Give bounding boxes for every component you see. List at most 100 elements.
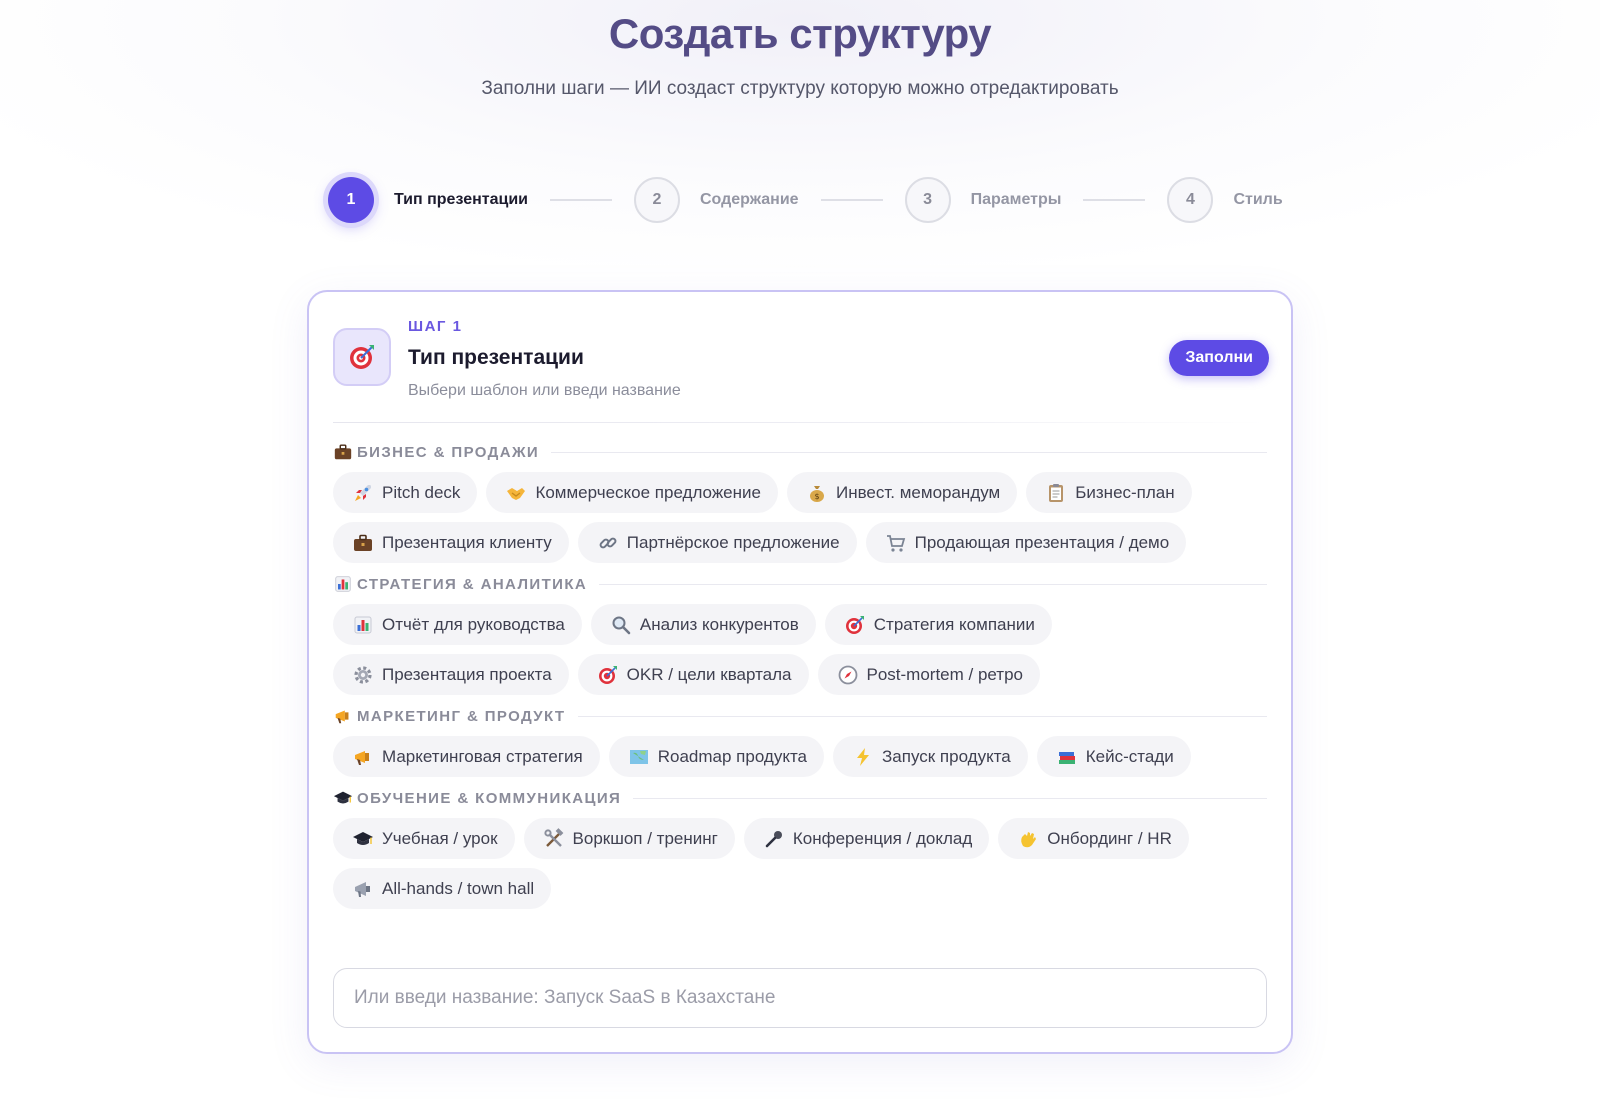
- step-1-number: 1: [328, 177, 374, 223]
- chip-label: Конференция / доклад: [792, 828, 973, 848]
- card-description: Выбери шаблон или введи название: [408, 382, 681, 399]
- template-sections: БИЗНЕС & ПРОДАЖИ Pitch deck Коммерческое п…: [333, 440, 1267, 918]
- step-2[interactable]: 2 Содержание: [634, 177, 799, 223]
- template-chip[interactable]: Воркшоп / тренинг: [523, 818, 735, 859]
- chip-label: Воркшоп / тренинг: [572, 828, 718, 848]
- chip-label: Коммерческое предложение: [535, 482, 761, 502]
- target-icon: [842, 612, 868, 638]
- template-section: МАРКЕТИНГ & ПРОДУКТ Маркетинговая стратег…: [333, 704, 1267, 777]
- title-input[interactable]: [333, 968, 1267, 1028]
- chip-row: Pitch deck Коммерческое предложение $ Инвес…: [333, 472, 1267, 513]
- template-chip[interactable]: Отчёт для руководства: [333, 604, 582, 645]
- template-chip[interactable]: Запуск продукта: [833, 736, 1028, 777]
- magnifier-icon: [608, 612, 634, 638]
- template-chip[interactable]: Pitch deck: [333, 472, 478, 513]
- step-1[interactable]: 1 Тип презентации: [328, 177, 528, 223]
- chip-label: Roadmap продукта: [657, 746, 808, 766]
- lightning-icon: [850, 744, 876, 770]
- step-4-number: 4: [1167, 177, 1214, 223]
- map-icon: [626, 744, 652, 770]
- template-chip[interactable]: Онбординг / HR: [998, 818, 1189, 859]
- chip-label: Презентация проекта: [382, 664, 552, 684]
- template-chip[interactable]: Продающая презентация / демо: [865, 522, 1187, 563]
- step-4-label: Стиль: [1233, 191, 1283, 208]
- chip-label: Учебная / урок: [382, 828, 498, 848]
- chip-row: All-hands / town hall: [333, 868, 1267, 909]
- template-chip[interactable]: Конференция / доклад: [743, 818, 990, 859]
- chip-label: Post-mortem / ретро: [866, 664, 1024, 684]
- handshake-icon: [503, 480, 529, 506]
- template-chip[interactable]: Кейс-стади: [1036, 736, 1191, 777]
- step-connector: [550, 199, 612, 201]
- step-3[interactable]: 3 Параметры: [904, 177, 1061, 223]
- chip-label: Отчёт для руководства: [382, 614, 565, 634]
- template-chip[interactable]: Презентация проекта: [333, 654, 569, 695]
- section-header: ОБУЧЕНИЕ & КОММУНИКАЦИЯ: [333, 786, 1267, 810]
- divider: [551, 451, 1267, 453]
- rocket-icon: [350, 480, 376, 506]
- chip-row: Презентация клиенту Партнёрское предложен…: [333, 522, 1267, 563]
- step-2-number: 2: [634, 177, 680, 223]
- template-chip[interactable]: Коммерческое предложение: [486, 472, 778, 513]
- money-bag-icon: $: [804, 480, 830, 506]
- gear-icon: [350, 662, 376, 688]
- template-chip[interactable]: Партнёрское предложение: [577, 522, 857, 563]
- template-chip[interactable]: Презентация клиенту: [333, 522, 569, 563]
- template-chip[interactable]: OKR / цели квартала: [577, 654, 809, 695]
- step-4[interactable]: 4 Стиль: [1167, 177, 1283, 223]
- section-title: ОБУЧЕНИЕ & КОММУНИКАЦИЯ: [357, 789, 622, 807]
- target-icon: [333, 328, 391, 386]
- chip-label: Запуск продукта: [882, 746, 1011, 766]
- template-chip[interactable]: Стратегия компании: [824, 604, 1052, 645]
- megaphone-icon: [350, 744, 376, 770]
- chip-row: Презентация проекта OKR / цели квартала Po…: [333, 654, 1267, 695]
- template-section: СТРАТЕГИЯ & АНАЛИТИКА Отчёт для руководст…: [333, 572, 1267, 695]
- section-header: МАРКЕТИНГ & ПРОДУКТ: [333, 704, 1267, 728]
- step-connector: [820, 199, 883, 201]
- chip-label: Бизнес-план: [1075, 482, 1175, 502]
- compass-icon: [835, 662, 861, 688]
- template-section: БИЗНЕС & ПРОДАЖИ Pitch deck Коммерческое п…: [333, 440, 1267, 563]
- briefcase-icon: [350, 530, 376, 556]
- template-chip[interactable]: All-hands / town hall: [333, 868, 552, 909]
- svg-text:$: $: [814, 492, 819, 501]
- card-title: Тип презентации: [408, 346, 584, 369]
- tools-icon: [541, 826, 567, 852]
- chip-label: Продающая презентация / демо: [914, 532, 1170, 552]
- clipboard-icon: [1043, 480, 1069, 506]
- page-subtitle: Заполни шаги — ИИ создаст структуру кото…: [481, 78, 1119, 99]
- step-card: ШАГ 1 Тип презентации Выбери шаблон или …: [307, 290, 1293, 1054]
- divider: [577, 715, 1267, 717]
- target-icon: [595, 662, 621, 688]
- chip-label: Онбординг / HR: [1047, 828, 1172, 848]
- template-chip[interactable]: $ Инвест. меморандум: [786, 472, 1018, 513]
- template-chip[interactable]: Бизнес-план: [1026, 472, 1192, 513]
- template-chip[interactable]: Roadmap продукта: [608, 736, 825, 777]
- graduation-cap-icon: [350, 826, 376, 852]
- divider: [333, 422, 1267, 423]
- fill-button[interactable]: Заполни: [1169, 340, 1269, 376]
- step-2-label: Содержание: [700, 191, 799, 208]
- step-3-number: 3: [904, 177, 951, 223]
- megaphone-icon: [333, 706, 353, 726]
- bar-chart-icon: [350, 612, 376, 638]
- stepper: 1 Тип презентации 2 Содержание 3 Парамет…: [328, 174, 1283, 226]
- bar-chart-icon: [333, 574, 353, 594]
- template-chip[interactable]: Post-mortem / ретро: [817, 654, 1041, 695]
- chip-label: Кейс-стади: [1085, 746, 1174, 766]
- template-section: ОБУЧЕНИЕ & КОММУНИКАЦИЯ Учебная / урок Вор…: [333, 786, 1267, 909]
- section-title: БИЗНЕС & ПРОДАЖИ: [357, 443, 540, 461]
- chip-row: Отчёт для руководства Анализ конкурентов С…: [333, 604, 1267, 645]
- chip-row: Учебная / урок Воркшоп / тренинг Конференц…: [333, 818, 1267, 859]
- template-chip[interactable]: Маркетинговая стратегия: [333, 736, 600, 777]
- chip-label: Маркетинговая стратегия: [382, 746, 583, 766]
- section-header: СТРАТЕГИЯ & АНАЛИТИКА: [333, 572, 1267, 596]
- step-1-label: Тип презентации: [394, 191, 528, 208]
- chip-label: Анализ конкурентов: [639, 614, 799, 634]
- chip-label: Стратегия компании: [873, 614, 1035, 634]
- section-title: СТРАТЕГИЯ & АНАЛИТИКА: [357, 575, 588, 593]
- chip-label: Презентация клиенту: [382, 532, 552, 552]
- loudspeaker-icon: [350, 876, 376, 902]
- template-chip[interactable]: Анализ конкурентов: [590, 604, 816, 645]
- template-chip[interactable]: Учебная / урок: [333, 818, 515, 859]
